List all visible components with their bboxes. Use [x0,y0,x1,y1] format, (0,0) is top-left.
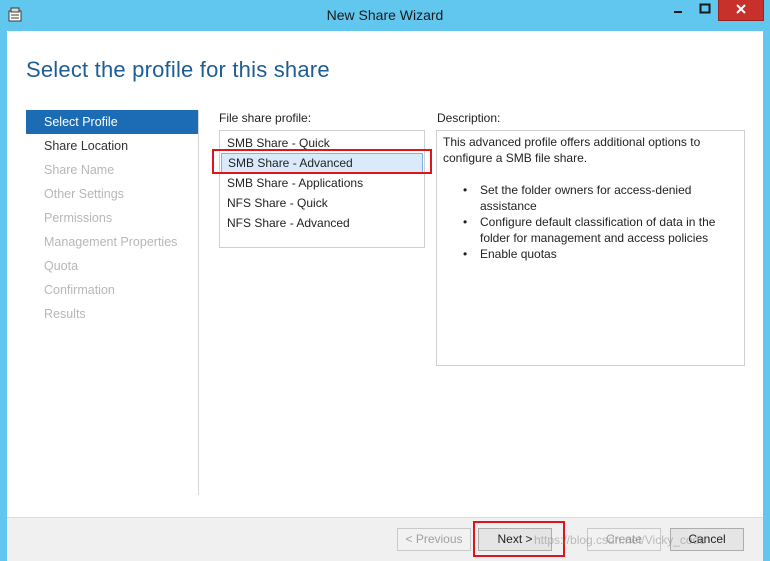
description-bullet: Configure default classification of data… [463,214,738,246]
nav-item-select-profile[interactable]: Select Profile [26,110,198,134]
watermark-text: https://blog.csdn.net/Vicky_code [534,533,706,547]
nav-item-results: Results [44,307,86,321]
minimize-icon [672,3,684,18]
description-bullet-list: Set the folder owners for access-denied … [443,182,738,262]
annotation-highlight-profile [212,149,432,174]
nav-item-other-settings: Other Settings [44,187,124,201]
window-title: New Share Wizard [326,7,444,23]
close-button[interactable] [718,0,764,21]
profile-list-label: File share profile: [219,111,312,125]
wizard-window: New Share Wizard Select the profile for … [0,0,770,561]
wizard-client-area: Select the profile for this share Select… [7,31,763,561]
minimize-button[interactable] [663,0,692,21]
previous-button[interactable]: < Previous [397,528,471,551]
wizard-steps-nav: Select Profile Share Location Share Name… [26,110,198,326]
profile-item-nfs-quick[interactable]: NFS Share - Quick [221,193,423,213]
title-bar[interactable]: New Share Wizard [0,0,770,31]
close-icon [735,3,747,18]
nav-item-share-name: Share Name [44,163,115,177]
wizard-footer: < Previous Next > Create Cancel https://… [7,517,763,561]
description-box: This advanced profile offers additional … [436,130,745,366]
description-intro: This advanced profile offers additional … [443,135,701,165]
profile-list[interactable]: SMB Share - Quick SMB Share - Advanced S… [219,130,425,248]
nav-divider [198,110,199,495]
description-bullet: Enable quotas [463,246,738,262]
nav-item-management-properties: Management Properties [44,235,178,249]
maximize-icon [699,3,711,18]
nav-item-quota: Quota [44,259,79,273]
description-label: Description: [437,111,501,125]
profile-item-smb-applications[interactable]: SMB Share - Applications [221,173,423,193]
page-title: Select the profile for this share [26,57,330,82]
maximize-button[interactable] [692,0,718,21]
profile-item-nfs-advanced[interactable]: NFS Share - Advanced [221,213,423,233]
description-bullet: Set the folder owners for access-denied … [463,182,738,214]
nav-item-permissions: Permissions [44,211,113,225]
nav-item-share-location[interactable]: Share Location [26,134,198,158]
nav-item-confirmation: Confirmation [44,283,115,297]
